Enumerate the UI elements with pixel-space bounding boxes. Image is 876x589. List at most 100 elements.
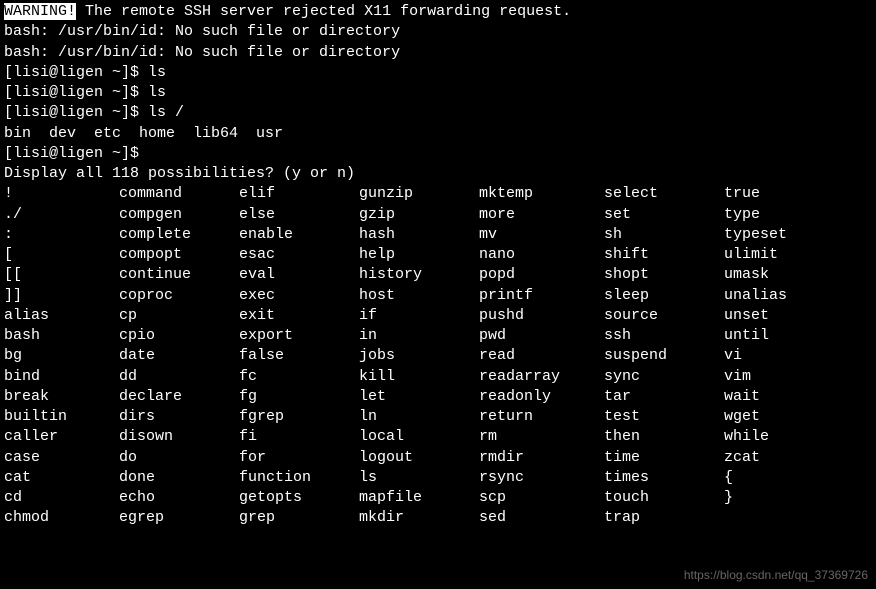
completion-row: bindddfckillreadarraysyncvim xyxy=(4,367,872,387)
completion-item: in xyxy=(359,326,479,346)
completion-item: mktemp xyxy=(479,184,604,204)
prompt-line: [lisi@ligen ~]$ ls xyxy=(4,63,872,83)
completion-item xyxy=(724,508,824,528)
completion-item: help xyxy=(359,245,479,265)
completion-item: compgen xyxy=(119,205,239,225)
completion-item: fg xyxy=(239,387,359,407)
completion-item: times xyxy=(604,468,724,488)
command-output: bin dev etc home lib64 usr xyxy=(4,124,872,144)
completion-item: bind xyxy=(4,367,119,387)
completion-item: if xyxy=(359,306,479,326)
completion-item: compopt xyxy=(119,245,239,265)
completion-item: fgrep xyxy=(239,407,359,427)
completion-item: nano xyxy=(479,245,604,265)
completion-item: unset xyxy=(724,306,824,326)
completion-item: logout xyxy=(359,448,479,468)
completion-item: tar xyxy=(604,387,724,407)
completion-item: shopt xyxy=(604,265,724,285)
completion-item: bash xyxy=(4,326,119,346)
completion-item: history xyxy=(359,265,479,285)
completion-row: callerdisownfilocalrmthenwhile xyxy=(4,427,872,447)
completion-item: host xyxy=(359,286,479,306)
completion-item: more xyxy=(479,205,604,225)
completion-item: until xyxy=(724,326,824,346)
completion-item: hash xyxy=(359,225,479,245)
completion-item: coproc xyxy=(119,286,239,306)
completion-item: sh xyxy=(604,225,724,245)
completion-row: [[continueevalhistorypopdshoptumask xyxy=(4,265,872,285)
completion-row: !commandelifgunzipmktempselecttrue xyxy=(4,184,872,204)
completion-item: mkdir xyxy=(359,508,479,528)
completion-item: sync xyxy=(604,367,724,387)
completion-item: { xyxy=(724,468,824,488)
completion-row: builtindirsfgreplnreturntestwget xyxy=(4,407,872,427)
completion-item: trap xyxy=(604,508,724,528)
completion-item: rmdir xyxy=(479,448,604,468)
completion-item: : xyxy=(4,225,119,245)
shell-prompt: [lisi@ligen ~]$ xyxy=(4,145,148,162)
completion-item: fi xyxy=(239,427,359,447)
prompt-line: [lisi@ligen ~]$ ls / xyxy=(4,103,872,123)
completion-item: enable xyxy=(239,225,359,245)
completion-row: :completeenablehashmvshtypeset xyxy=(4,225,872,245)
completion-item: let xyxy=(359,387,479,407)
completion-row: bashcpioexportinpwdsshuntil xyxy=(4,326,872,346)
completion-item: unalias xyxy=(724,286,824,306)
completion-item: time xyxy=(604,448,724,468)
completion-item: ls xyxy=(359,468,479,488)
completion-item: cpio xyxy=(119,326,239,346)
completion-item: return xyxy=(479,407,604,427)
warning-label: WARNING! xyxy=(4,3,76,20)
completion-item: bg xyxy=(4,346,119,366)
completion-item: dirs xyxy=(119,407,239,427)
completion-row: ./compgenelsegzipmoresettype xyxy=(4,205,872,225)
prompt-line: [lisi@ligen ~]$ xyxy=(4,144,872,164)
completion-item: elif xyxy=(239,184,359,204)
completion-item: [ xyxy=(4,245,119,265)
completion-item: date xyxy=(119,346,239,366)
completion-item: vim xyxy=(724,367,824,387)
completion-item: chmod xyxy=(4,508,119,528)
completion-row: breakdeclarefgletreadonlytarwait xyxy=(4,387,872,407)
watermark-text: https://blog.csdn.net/qq_37369726 xyxy=(684,567,868,583)
completion-row: catdonefunctionlsrsynctimes{ xyxy=(4,468,872,488)
completion-item: declare xyxy=(119,387,239,407)
completion-item: echo xyxy=(119,488,239,508)
completion-item: popd xyxy=(479,265,604,285)
completion-item: read xyxy=(479,346,604,366)
completion-item: for xyxy=(239,448,359,468)
completion-item: suspend xyxy=(604,346,724,366)
completion-item: case xyxy=(4,448,119,468)
completion-item: wait xyxy=(724,387,824,407)
completion-row: casedoforlogoutrmdirtimezcat xyxy=(4,448,872,468)
completion-item: shift xyxy=(604,245,724,265)
completion-item: [[ xyxy=(4,265,119,285)
warning-message: The remote SSH server rejected X11 forwa… xyxy=(76,3,571,20)
shell-command: ls xyxy=(148,84,166,101)
completion-item: typeset xyxy=(724,225,824,245)
completion-item: cp xyxy=(119,306,239,326)
completion-item: getopts xyxy=(239,488,359,508)
completion-item: readonly xyxy=(479,387,604,407)
completion-item: fc xyxy=(239,367,359,387)
completion-item: export xyxy=(239,326,359,346)
completion-item: mv xyxy=(479,225,604,245)
completion-item: while xyxy=(724,427,824,447)
completion-item: cd xyxy=(4,488,119,508)
completion-item: rsync xyxy=(479,468,604,488)
completion-item: disown xyxy=(119,427,239,447)
completion-item: sed xyxy=(479,508,604,528)
error-line: bash: /usr/bin/id: No such file or direc… xyxy=(4,43,872,63)
completion-item: dd xyxy=(119,367,239,387)
completion-item: complete xyxy=(119,225,239,245)
completion-item: umask xyxy=(724,265,824,285)
completion-row: ]]coprocexechostprintfsleepunalias xyxy=(4,286,872,306)
completion-item: local xyxy=(359,427,479,447)
completion-item: test xyxy=(604,407,724,427)
shell-command: ls / xyxy=(148,104,184,121)
error-line: bash: /usr/bin/id: No such file or direc… xyxy=(4,22,872,42)
terminal-output[interactable]: WARNING! The remote SSH server rejected … xyxy=(4,2,872,529)
completion-item: egrep xyxy=(119,508,239,528)
completion-item: cat xyxy=(4,468,119,488)
completion-item: ! xyxy=(4,184,119,204)
